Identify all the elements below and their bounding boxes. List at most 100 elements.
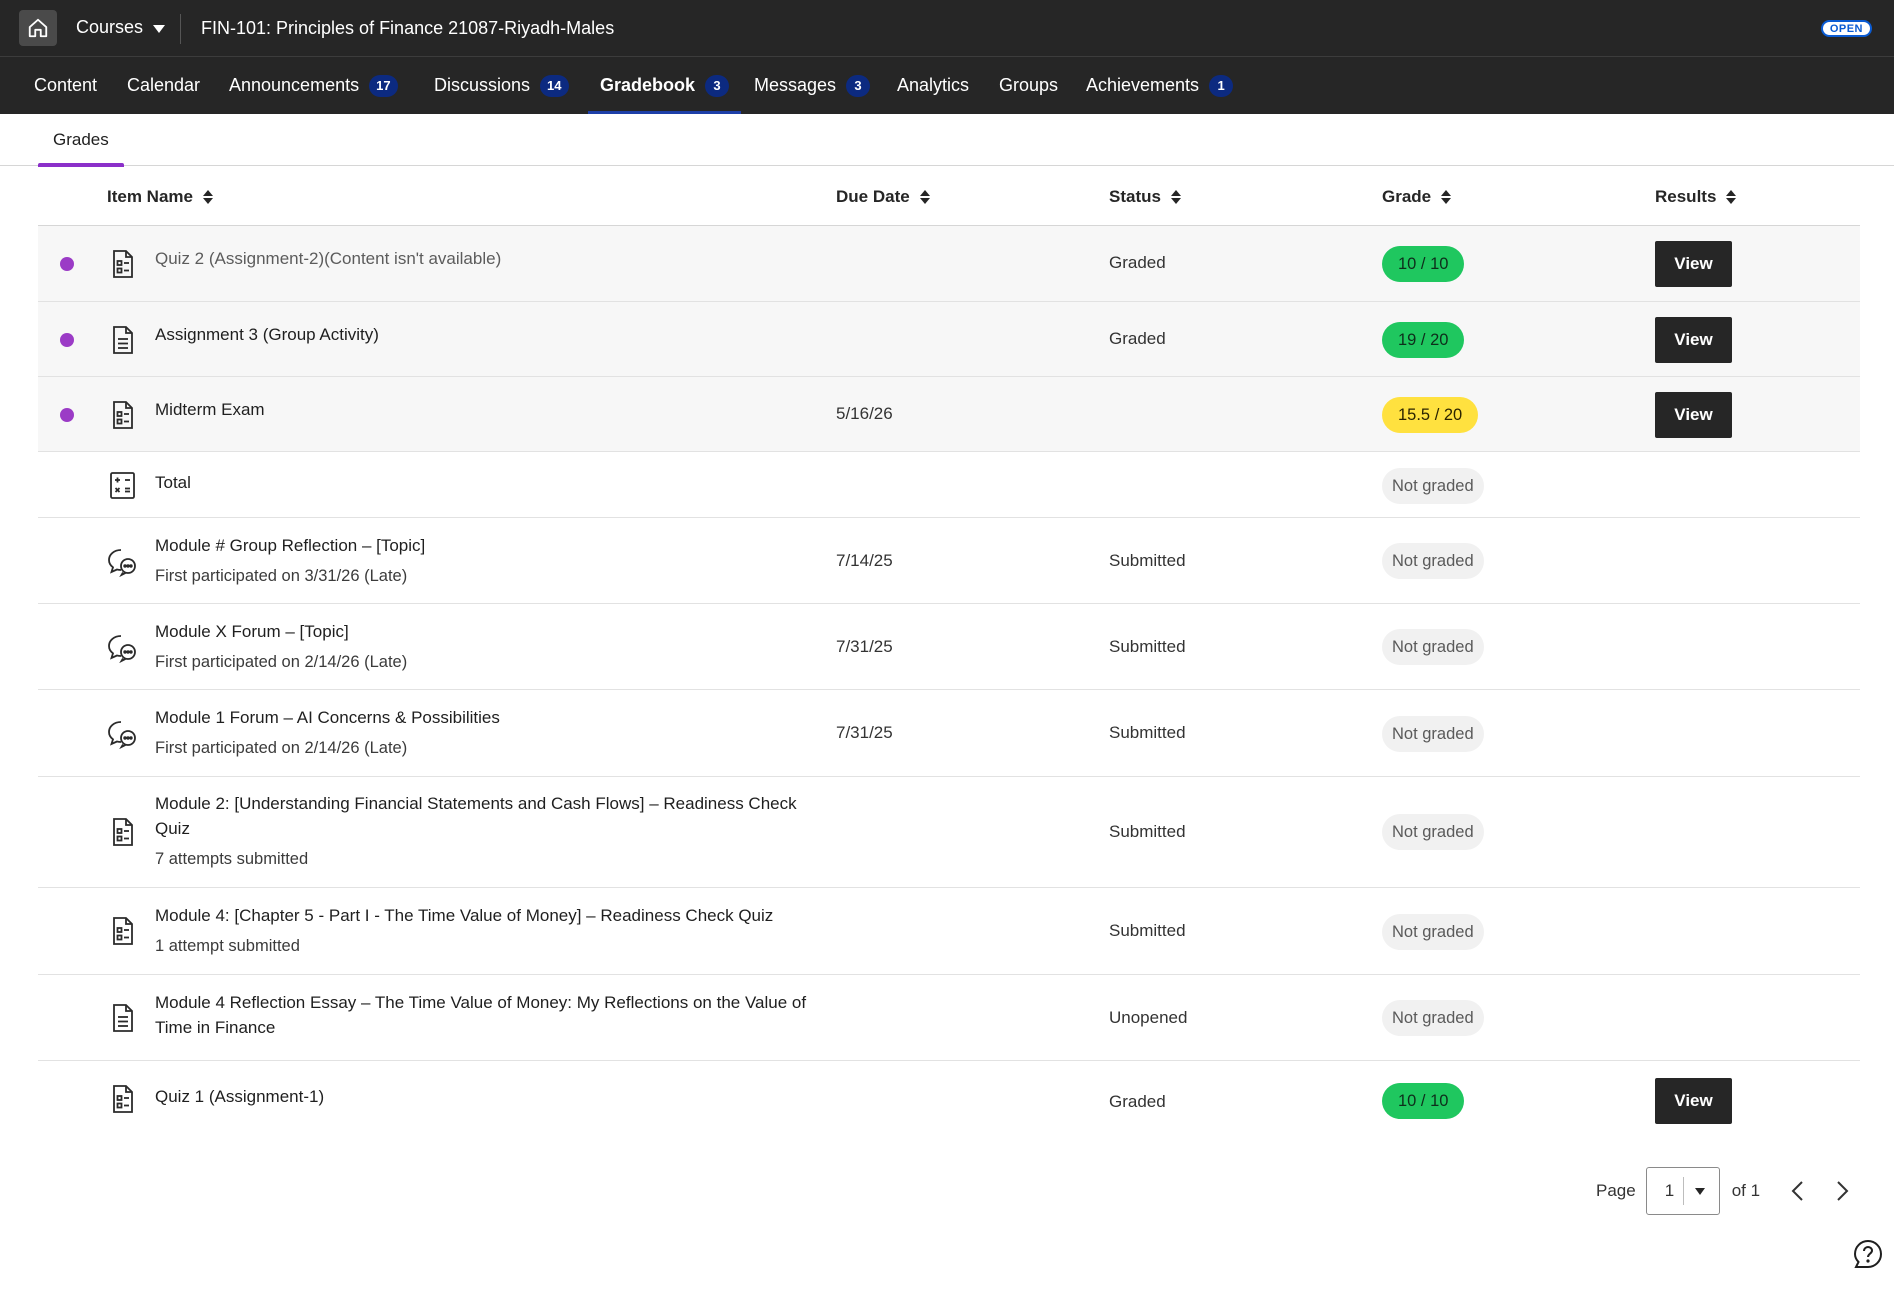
pagination: Page 1 of 1 <box>1596 1167 1874 1215</box>
count-badge: 3 <box>705 74 730 97</box>
item-name-link[interactable]: Total <box>155 470 835 495</box>
caret-down-icon <box>1694 1187 1705 1195</box>
table-row[interactable]: Module X Forum – [Topic] First participa… <box>38 604 1860 690</box>
table-row[interactable]: Module 2: [Understanding Financial State… <box>38 777 1860 888</box>
home-icon <box>28 18 48 38</box>
table-row[interactable]: Assignment 3 (Group Activity) Graded 19 … <box>38 302 1860 377</box>
sort-icon <box>1170 190 1181 204</box>
column-header-grade[interactable]: Grade <box>1382 187 1452 207</box>
assessment-icon <box>106 1083 138 1115</box>
home-button[interactable] <box>19 10 57 46</box>
column-header-label: Item Name <box>107 187 193 206</box>
nav-tab-messages[interactable]: Messages 3 <box>754 57 871 114</box>
table-row[interactable]: Quiz 1 (Assignment-1) Graded 10 / 10 Vie… <box>38 1061 1860 1137</box>
nav-tab-label: Content <box>34 75 98 95</box>
item-name-link[interactable]: Module 4 Reflection Essay – The Time Val… <box>155 990 835 1040</box>
chevron-left-icon <box>1791 1181 1803 1201</box>
grade-pill: 10 / 10 <box>1382 1083 1465 1119</box>
count-badge: 14 <box>540 74 569 97</box>
sort-icon <box>202 190 213 204</box>
assessment-icon <box>106 248 138 280</box>
top-bar: Courses FIN-101: Principles of Finance 2… <box>0 0 1894 57</box>
column-header-label: Results <box>1655 187 1717 206</box>
grade-pill: Not graded <box>1382 629 1484 665</box>
new-item-indicator <box>60 408 74 422</box>
column-header-status[interactable]: Status <box>1109 187 1181 207</box>
next-page-button[interactable] <box>1830 1179 1854 1203</box>
nav-tab-analytics[interactable]: Analytics <box>897 57 969 114</box>
count-badge: 3 <box>846 74 871 97</box>
view-results-button[interactable]: View <box>1655 241 1732 287</box>
item-name-link[interactable]: Module 2: [Understanding Financial State… <box>155 791 835 841</box>
item-status: Submitted <box>1109 723 1186 742</box>
course-navigation: Content Calendar Announcements 17 Discuss… <box>0 57 1894 114</box>
table-row[interactable]: Quiz 2 (Assignment-2)(Content isn't avai… <box>38 226 1860 302</box>
item-status: Graded <box>1109 1092 1166 1111</box>
grade-pill: Not graded <box>1382 543 1484 579</box>
discussion-icon <box>106 545 138 577</box>
calculation-icon <box>106 469 138 501</box>
document-icon <box>106 1002 138 1034</box>
divider <box>1682 1177 1684 1205</box>
nav-tab-label: Calendar <box>127 75 201 95</box>
item-status: Submitted <box>1109 822 1186 841</box>
table-row[interactable]: Midterm Exam 5/16/26 15.5 / 20 View <box>38 377 1860 452</box>
previous-page-button[interactable] <box>1786 1179 1810 1203</box>
column-header-item-name[interactable]: Item Name <box>107 187 213 207</box>
due-date: 7/31/25 <box>836 723 893 742</box>
help-button[interactable] <box>1852 1238 1884 1270</box>
courses-label: Courses <box>76 17 144 37</box>
course-title: FIN-101: Principles of Finance 21087-Riy… <box>201 18 615 38</box>
view-results-button[interactable]: View <box>1655 392 1732 438</box>
nav-tab-groups[interactable]: Groups <box>999 57 1058 114</box>
assessment-icon <box>106 399 138 431</box>
item-name-link[interactable]: Assignment 3 (Group Activity) <box>155 322 835 347</box>
nav-tab-announcements[interactable]: Announcements 17 <box>229 57 398 114</box>
item-status: Submitted <box>1109 637 1186 656</box>
item-participation-note: First participated on 3/31/26 (Late) <box>155 567 408 585</box>
page-label: Page <box>1596 1181 1636 1200</box>
due-date: 7/14/25 <box>836 551 893 570</box>
grade-pill: 19 / 20 <box>1382 322 1465 358</box>
tab-grades[interactable]: Grades <box>38 114 124 167</box>
item-attempts-note: 7 attempts submitted <box>155 850 309 868</box>
item-name-link[interactable]: Module # Group Reflection – [Topic] <box>155 533 835 558</box>
column-header-results[interactable]: Results <box>1655 187 1737 207</box>
table-row[interactable]: Total Not graded <box>38 452 1860 518</box>
nav-tab-content[interactable]: Content <box>34 57 97 114</box>
nav-tab-gradebook[interactable]: Gradebook 3 <box>587 57 742 114</box>
page-total: of 1 <box>1731 1181 1761 1200</box>
courses-menu-button[interactable]: Courses <box>76 17 166 38</box>
table-row[interactable]: Module # Group Reflection – [Topic] Firs… <box>38 518 1860 604</box>
nav-tab-calendar[interactable]: Calendar <box>127 57 200 114</box>
sort-icon <box>919 190 930 204</box>
column-header-due-date[interactable]: Due Date <box>836 187 930 207</box>
view-results-button[interactable]: View <box>1655 317 1732 363</box>
item-name-link[interactable]: Quiz 2 (Assignment-2)(Content isn't avai… <box>155 246 835 271</box>
table-row[interactable]: Module 4: [Chapter 5 - Part I - The Time… <box>38 888 1860 975</box>
item-name-link[interactable]: Module X Forum – [Topic] <box>155 619 835 644</box>
divider <box>180 14 181 44</box>
assessment-icon <box>106 915 138 947</box>
item-name-link[interactable]: Module 1 Forum – AI Concerns & Possibili… <box>155 705 835 730</box>
page-select-value: 1 <box>1664 1181 1675 1200</box>
item-name-link[interactable]: Quiz 1 (Assignment-1) <box>155 1084 835 1109</box>
nav-tab-discussions[interactable]: Discussions 14 <box>434 57 569 114</box>
column-header-label: Due Date <box>836 187 910 206</box>
view-results-button[interactable]: View <box>1655 1078 1732 1124</box>
new-item-indicator <box>60 257 74 271</box>
nav-tab-achievements[interactable]: Achievements 1 <box>1086 57 1234 114</box>
nav-tab-label: Gradebook <box>600 75 696 95</box>
table-row[interactable]: Module 4 Reflection Essay – The Time Val… <box>38 975 1860 1061</box>
item-participation-note: First participated on 2/14/26 (Late) <box>155 653 408 671</box>
table-row[interactable]: Module 1 Forum – AI Concerns & Possibili… <box>38 690 1860 777</box>
help-icon <box>1853 1239 1883 1268</box>
course-status-badge: OPEN <box>1820 20 1872 37</box>
grades-table: Item Name Due Date Status Grade Results … <box>38 170 1860 1137</box>
page-select[interactable]: 1 <box>1645 1167 1720 1215</box>
grade-pill: Not graded <box>1382 914 1484 950</box>
item-name-link[interactable]: Module 4: [Chapter 5 - Part I - The Time… <box>155 903 835 928</box>
nav-tab-label: Announcements <box>229 75 360 95</box>
nav-tab-label: Groups <box>999 75 1059 95</box>
item-name-link[interactable]: Midterm Exam <box>155 397 835 422</box>
